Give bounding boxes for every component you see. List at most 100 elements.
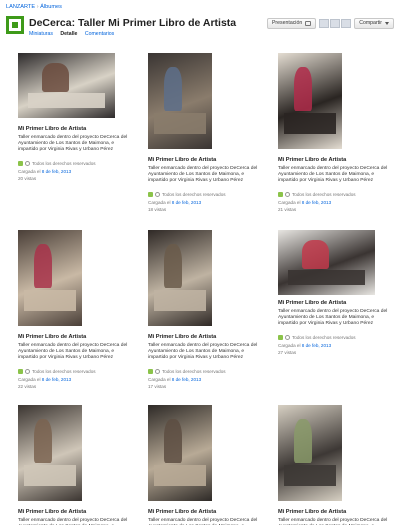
copyright-icon	[25, 161, 30, 166]
rights-text[interactable]: Todos los derechos reservados	[292, 335, 356, 340]
upload-info: Cargada el 8 de feb, 2013	[278, 200, 331, 205]
copyright-icon	[155, 192, 160, 197]
photo-description: Taller enmarcado dentro del proyecto DeC…	[148, 166, 258, 183]
email-icon[interactable]	[319, 18, 330, 28]
upload-date-link[interactable]: 8 de feb, 2013	[302, 200, 331, 205]
upload-prefix: Cargada el	[148, 377, 171, 382]
add-to-set-icon[interactable]	[148, 369, 153, 374]
upload-date-link[interactable]: 8 de feb, 2013	[172, 200, 201, 205]
photo-title[interactable]: Mi Primer Libro de Artista	[148, 157, 216, 163]
upload-date-link[interactable]: 8 de feb, 2013	[302, 343, 331, 348]
add-to-set-icon[interactable]	[278, 192, 283, 197]
slideshow-icon	[305, 20, 312, 26]
photo-card: Mi Primer Libro de Artista Taller enmarca…	[278, 53, 388, 212]
rights-row: Todos los derechos reservados	[18, 161, 96, 166]
copyright-icon	[285, 335, 290, 340]
upload-info: Cargada el 8 de feb, 2013	[18, 377, 71, 382]
photo-card: Mi Primer Libro de Artista Taller enmarca…	[278, 405, 388, 525]
tab-comentarios[interactable]: Comentarios	[85, 31, 114, 37]
add-to-set-icon[interactable]	[278, 335, 283, 340]
upload-prefix: Cargada el	[278, 343, 301, 348]
rights-text[interactable]: Todos los derechos reservados	[162, 192, 226, 197]
photo-card: Mi Primer Libro de Artista Taller enmarca…	[18, 53, 128, 183]
view-tabs: Miniaturas Detalle Comentarios	[29, 31, 120, 37]
upload-info: Cargada el 8 de feb, 2013	[18, 169, 71, 174]
share-button[interactable]: Compartir	[354, 17, 394, 29]
rights-row: Todos los derechos reservados	[18, 369, 96, 374]
photo-card: Mi Primer Libro de Artista Taller enmarca…	[148, 405, 258, 525]
upload-prefix: Cargada el	[18, 377, 41, 382]
photo-title[interactable]: Mi Primer Libro de Artista	[18, 334, 86, 340]
chevron-down-icon	[385, 21, 389, 25]
share-label: Compartir	[359, 20, 382, 26]
album-logo-icon	[6, 16, 24, 34]
view-count: 22 vistas	[18, 384, 37, 389]
photo-thumbnail[interactable]	[278, 405, 342, 501]
album-title: DeCerca: Taller Mi Primer Libro de Artis…	[29, 17, 237, 29]
breadcrumb: LANZARTE › Álbumes	[6, 4, 62, 10]
breadcrumb-separator: ›	[36, 4, 39, 10]
photo-description: Taller enmarcado dentro del proyecto DeC…	[18, 135, 128, 152]
photo-card: Mi Primer Libro de Artista Taller enmarca…	[148, 230, 258, 389]
rights-text[interactable]: Todos los derechos reservados	[162, 369, 226, 374]
slideshow-button[interactable]: Presentación	[266, 17, 317, 29]
photo-card: Mi Primer Libro de Artista Taller enmarca…	[18, 230, 128, 389]
photo-description: Taller enmarcado dentro del proyecto DeC…	[278, 166, 388, 183]
photo-thumbnail[interactable]	[18, 53, 115, 118]
photo-description: Taller enmarcado dentro del proyecto DeC…	[148, 343, 258, 360]
view-count: 20 vistas	[18, 176, 37, 181]
photo-title[interactable]: Mi Primer Libro de Artista	[278, 157, 346, 163]
upload-date-link[interactable]: 8 de feb, 2013	[42, 377, 71, 382]
photo-description: Taller enmarcado dentro del proyecto DeC…	[18, 518, 128, 525]
photo-thumbnail[interactable]	[148, 405, 212, 501]
breadcrumb-albums-link[interactable]: Álbumes	[40, 4, 62, 10]
photo-description: Taller enmarcado dentro del proyecto DeC…	[278, 518, 388, 525]
rights-text[interactable]: Todos los derechos reservados	[292, 192, 356, 197]
facebook-icon[interactable]	[330, 18, 341, 28]
view-count: 21 vistas	[278, 207, 297, 212]
photo-thumbnail[interactable]	[148, 230, 212, 326]
upload-date-link[interactable]: 8 de feb, 2013	[172, 377, 201, 382]
photo-title[interactable]: Mi Primer Libro de Artista	[148, 334, 216, 340]
photo-title[interactable]: Mi Primer Libro de Artista	[278, 300, 346, 306]
photo-thumbnail[interactable]	[18, 405, 82, 501]
header-actions: Presentación Compartir	[266, 17, 394, 29]
upload-info: Cargada el 8 de feb, 2013	[148, 377, 201, 382]
copyright-icon	[155, 369, 160, 374]
add-to-set-icon[interactable]	[148, 192, 153, 197]
upload-prefix: Cargada el	[148, 200, 171, 205]
rights-text[interactable]: Todos los derechos reservados	[32, 369, 96, 374]
upload-info: Cargada el 8 de feb, 2013	[148, 200, 201, 205]
view-count: 18 vistas	[148, 207, 167, 212]
add-to-set-icon[interactable]	[18, 369, 23, 374]
photo-title[interactable]: Mi Primer Libro de Artista	[148, 509, 216, 515]
rights-row: Todos los derechos reservados	[148, 369, 226, 374]
breadcrumb-owner-link[interactable]: LANZARTE	[6, 4, 35, 10]
album-header: DeCerca: Taller Mi Primer Libro de Artis…	[6, 14, 394, 40]
add-to-set-icon[interactable]	[18, 161, 23, 166]
photo-thumbnail[interactable]	[18, 230, 82, 326]
photo-description: Taller enmarcado dentro del proyecto DeC…	[148, 518, 258, 525]
share-icons	[319, 18, 352, 28]
photo-title[interactable]: Mi Primer Libro de Artista	[18, 509, 86, 515]
upload-info: Cargada el 8 de feb, 2013	[278, 343, 331, 348]
photo-description: Taller enmarcado dentro del proyecto DeC…	[278, 309, 388, 326]
photo-title[interactable]: Mi Primer Libro de Artista	[18, 126, 86, 132]
tab-detalle[interactable]: Detalle	[60, 31, 77, 37]
copyright-icon	[25, 369, 30, 374]
photo-thumbnail[interactable]	[278, 230, 375, 295]
rights-text[interactable]: Todos los derechos reservados	[32, 161, 96, 166]
photo-card: Mi Primer Libro de Artista Taller enmarca…	[278, 230, 388, 360]
photo-thumbnail[interactable]	[148, 53, 212, 149]
rights-row: Todos los derechos reservados	[278, 192, 356, 197]
tab-miniaturas[interactable]: Miniaturas	[29, 31, 53, 37]
view-count: 27 vistas	[278, 350, 297, 355]
upload-date-link[interactable]: 8 de feb, 2013	[42, 169, 71, 174]
twitter-icon[interactable]	[341, 18, 352, 28]
photo-title[interactable]: Mi Primer Libro de Artista	[278, 509, 346, 515]
upload-prefix: Cargada el	[18, 169, 41, 174]
upload-prefix: Cargada el	[278, 200, 301, 205]
photo-thumbnail[interactable]	[278, 53, 342, 149]
photo-description: Taller enmarcado dentro del proyecto DeC…	[18, 343, 128, 360]
photo-card: Mi Primer Libro de Artista Taller enmarca…	[18, 405, 128, 525]
